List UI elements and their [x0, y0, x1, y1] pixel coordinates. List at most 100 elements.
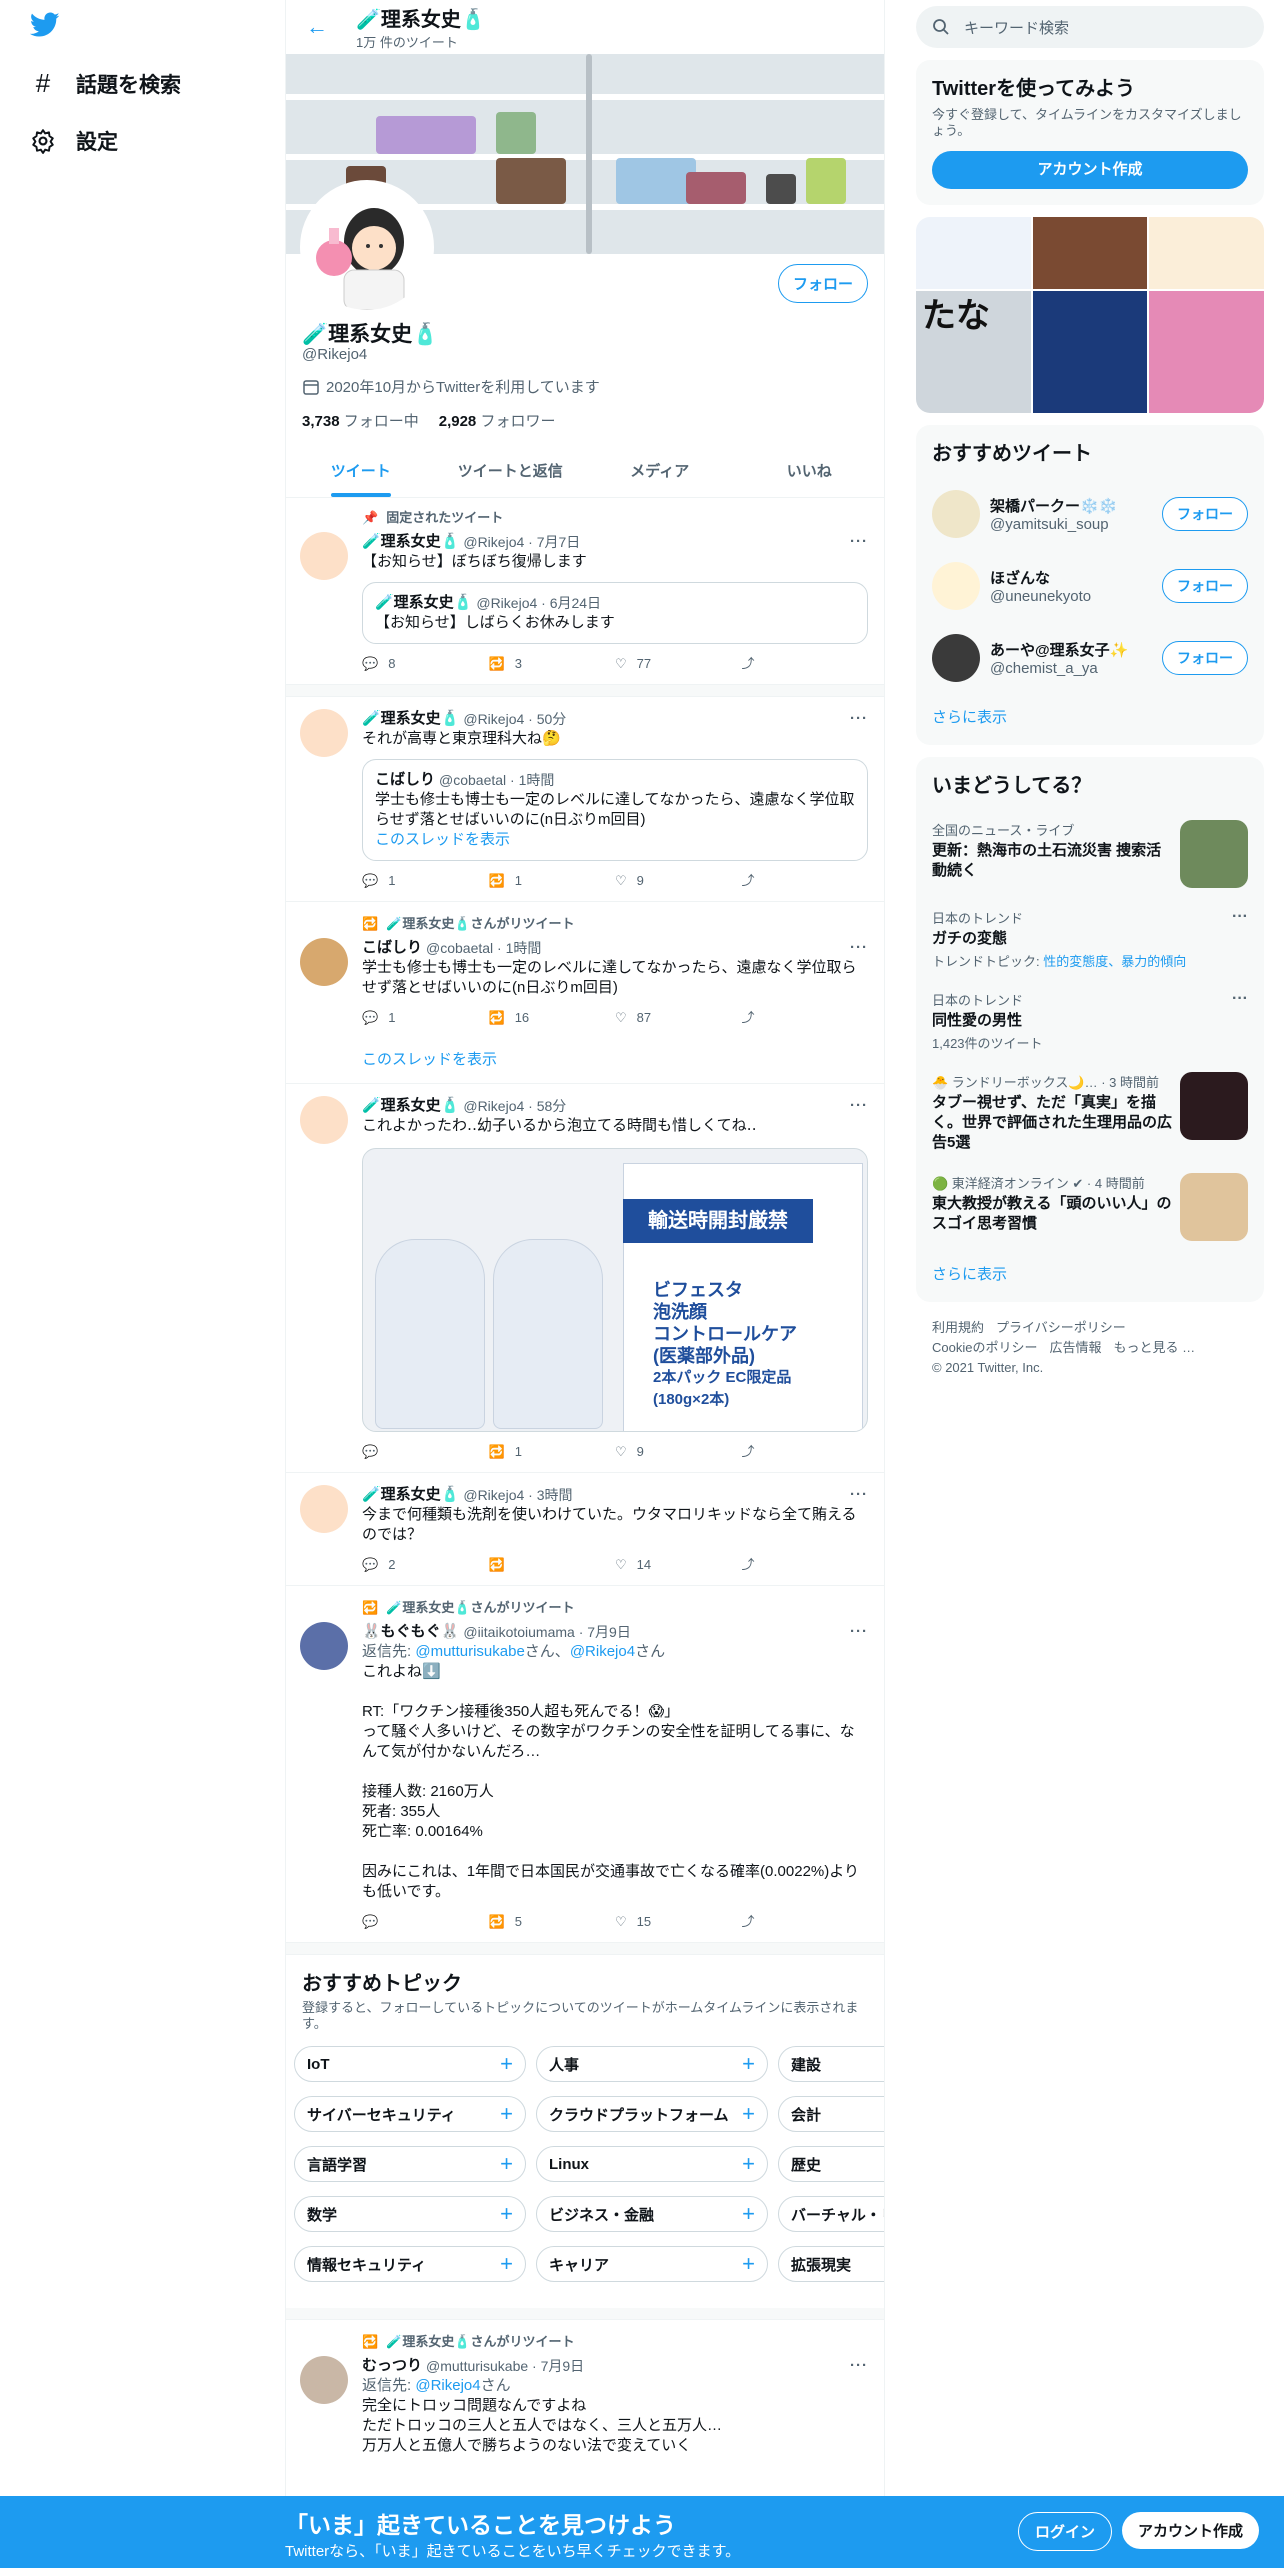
retweet-button[interactable]: 🔁 — [489, 1555, 616, 1575]
media-thumb[interactable] — [1032, 217, 1148, 289]
trend-item[interactable]: 日本のトレンド 同性愛の男性 1,423件のツイート ··· — [916, 980, 1264, 1062]
nav-settings[interactable]: 設定 — [30, 126, 118, 156]
reply-button[interactable]: 💬 2 — [362, 1555, 489, 1575]
following-link[interactable]: 3,738 フォロー中 — [302, 410, 419, 431]
follow-button[interactable]: フォロー — [1162, 569, 1248, 603]
share-button[interactable]: ⤴ — [742, 654, 869, 674]
tweet-author[interactable]: 🐰もぐもぐ🐰 — [362, 1622, 459, 1642]
topic-chip[interactable]: 情報セキュリティ + — [294, 2246, 526, 2282]
footer-link[interactable]: もっと見る … — [1113, 1340, 1195, 1355]
share-button[interactable]: ⤴ — [742, 1555, 869, 1575]
more-icon[interactable]: ··· — [1232, 908, 1248, 926]
more-icon[interactable]: ··· — [850, 532, 868, 552]
trend-item[interactable]: 🐣 ランドリーボックス🌙… · 3 時間前 タブー視せず、ただ「真実」を描く。世界… — [916, 1062, 1264, 1163]
followers-link[interactable]: 2,928 フォロワー — [439, 410, 556, 431]
avatar[interactable] — [300, 938, 348, 986]
tweet[interactable]: 📌 固定されたツイート 🧪理系女史🧴 @Rikejo4 · 7月7日 ··· 【お知… — [286, 498, 884, 685]
more-icon[interactable]: ··· — [1232, 990, 1248, 1008]
footer-link[interactable]: Cookieのポリシー — [932, 1340, 1037, 1355]
more-icon[interactable]: ··· — [850, 1622, 868, 1642]
reply-button[interactable]: 💬 — [362, 1442, 489, 1462]
topic-chip[interactable]: 数学 + — [294, 2196, 526, 2232]
follow-button[interactable]: フォロー — [777, 264, 868, 303]
tweet[interactable]: 🔁 🧪理系女史🧴さんがリツイート むっつり @mutturisukabe · 7月9… — [286, 2320, 884, 2466]
footer-link[interactable]: 広告情報 — [1049, 1340, 1101, 1355]
media-thumb[interactable] — [916, 217, 1031, 289]
tweet-author[interactable]: 🧪理系女史🧴 — [362, 1485, 459, 1505]
search-box[interactable]: キーワード検索 — [916, 6, 1264, 48]
more-icon[interactable]: ··· — [850, 938, 868, 958]
login-button[interactable]: ログイン — [1018, 2512, 1113, 2551]
share-button[interactable]: ⤴ — [742, 1008, 869, 1028]
topic-chip[interactable]: Linux + — [536, 2146, 768, 2182]
trend-item[interactable]: 日本のトレンド ガチの変態 トレンドトピック: 性的変態度、暴力的傾向 ··· — [916, 898, 1264, 980]
tweet[interactable]: 🔁 🧪理系女史🧴さんがリツイート 🐰もぐもぐ🐰 @iitaikotoiumama ·… — [286, 1586, 884, 1943]
tweet-media-image[interactable]: 輸送時開封厳禁 ビフェスタ 泡洗顔 コントロールケア (医薬部外品) 2本パック… — [362, 1148, 868, 1432]
trend-item[interactable]: 全国のニュース・ライブ 更新：熱海市の土石流災害 捜索活動続く — [916, 810, 1264, 898]
twitter-bird-icon[interactable] — [30, 12, 60, 38]
media-thumb[interactable] — [1149, 291, 1264, 413]
share-button[interactable]: ⤴ — [742, 871, 869, 891]
create-account-button[interactable]: アカウント作成 — [932, 151, 1248, 189]
tweet[interactable]: 🧪理系女史🧴 @Rikejo4 · 50分 ··· それが高専と東京理科大ね🤔 こ… — [286, 697, 884, 902]
follow-button[interactable]: フォロー — [1162, 497, 1248, 531]
tweet-author[interactable]: 🧪理系女史🧴 — [362, 532, 459, 552]
recommended-user[interactable]: あーや@理系女子✨ @chemist_a_ya フォロー — [916, 622, 1264, 694]
tweet[interactable]: 🧪理系女史🧴 @Rikejo4 · 3時間 ··· 今まで何種類も洗剤を使いわけて… — [286, 1473, 884, 1586]
quoted-tweet[interactable]: こばしり @cobaetal · 1時間 学士も修士も博士も一定のレベルに達してな… — [362, 759, 868, 861]
tweet-author[interactable]: こばしり — [362, 938, 422, 958]
reply-button[interactable]: 💬 1 — [362, 1008, 489, 1028]
avatar[interactable] — [300, 1096, 348, 1144]
reply-button[interactable]: 💬 — [362, 1912, 489, 1932]
reply-button[interactable]: 💬 8 — [362, 654, 489, 674]
tab-media[interactable]: メディア — [585, 444, 735, 497]
topic-chip[interactable]: 言語学習 + — [294, 2146, 526, 2182]
tab-likes[interactable]: いいね — [735, 444, 885, 497]
avatar[interactable] — [300, 532, 348, 580]
media-thumb[interactable] — [1149, 217, 1264, 289]
topic-chip[interactable]: 建設 — [778, 2046, 884, 2082]
like-button[interactable]: ♡ 87 — [615, 1008, 742, 1028]
search-input[interactable]: キーワード検索 — [964, 17, 1069, 38]
retweet-button[interactable]: 🔁 1 — [489, 871, 616, 891]
like-button[interactable]: ♡ 14 — [615, 1555, 742, 1575]
retweet-button[interactable]: 🔁 3 — [489, 654, 616, 674]
like-button[interactable]: ♡ 9 — [615, 1442, 742, 1462]
show-thread-link[interactable]: このスレッドを表示 — [375, 830, 855, 850]
tab-tweets[interactable]: ツイート — [286, 444, 436, 497]
topic-chip[interactable]: サイバーセキュリティ + — [294, 2096, 526, 2132]
topic-chip[interactable]: 拡張現実 — [778, 2246, 884, 2282]
show-more-link[interactable]: さらに表示 — [916, 1251, 1264, 1302]
tweet[interactable]: 🔁 🧪理系女史🧴さんがリツイート こばしり @cobaetal · 1時間 ··· … — [286, 902, 884, 1038]
tweet-author[interactable]: むっつり — [362, 2356, 422, 2376]
follow-button[interactable]: フォロー — [1162, 641, 1248, 675]
more-icon[interactable]: ··· — [850, 709, 868, 729]
topic-chip[interactable]: 人事 + — [536, 2046, 768, 2082]
media-thumb[interactable]: たな — [916, 291, 1031, 413]
quoted-tweet[interactable]: 🧪理系女史🧴 @Rikejo4 · 6月24日 【お知らせ】しばらくお休みします — [362, 582, 868, 644]
media-thumb[interactable] — [1032, 291, 1148, 413]
topic-chip[interactable]: バーチャル・リ — [778, 2196, 884, 2232]
back-arrow-icon[interactable]: ← — [306, 14, 328, 40]
topic-chip[interactable]: IoT + — [294, 2046, 526, 2082]
retweet-button[interactable]: 🔁 16 — [489, 1008, 616, 1028]
trend-item[interactable]: 🟢 東洋経済オンライン ✔ · 4 時間前 東大教授が教える「頭のいい人」のスゴイ… — [916, 1163, 1264, 1251]
more-icon[interactable]: ··· — [850, 1485, 868, 1505]
show-thread-link[interactable]: このスレッドを表示 — [286, 1038, 884, 1084]
like-button[interactable]: ♡ 15 — [615, 1912, 742, 1932]
avatar[interactable] — [300, 1622, 348, 1670]
retweet-button[interactable]: 🔁 5 — [489, 1912, 616, 1932]
signup-button[interactable]: アカウント作成 — [1122, 2512, 1260, 2549]
recommended-user[interactable]: 架橋パークー❄️❄️ @yamitsuki_soup フォロー — [916, 478, 1264, 550]
topic-chip[interactable]: キャリア + — [536, 2246, 768, 2282]
topic-chip[interactable]: ビジネス・金融 + — [536, 2196, 768, 2232]
like-button[interactable]: ♡ 9 — [615, 871, 742, 891]
avatar[interactable] — [300, 709, 348, 757]
footer-link[interactable]: 利用規約 — [932, 1320, 984, 1335]
topic-chip[interactable]: 会計 — [778, 2096, 884, 2132]
tweet-author[interactable]: 🧪理系女史🧴 — [362, 1096, 459, 1116]
like-button[interactable]: ♡ 77 — [615, 654, 742, 674]
tab-tweets-replies[interactable]: ツイートと返信 — [436, 444, 586, 497]
avatar[interactable] — [300, 1485, 348, 1533]
tweet[interactable]: 🧪理系女史🧴 @Rikejo4 · 58分 ··· これよかったわ‥幼子いるから泡… — [286, 1084, 884, 1473]
